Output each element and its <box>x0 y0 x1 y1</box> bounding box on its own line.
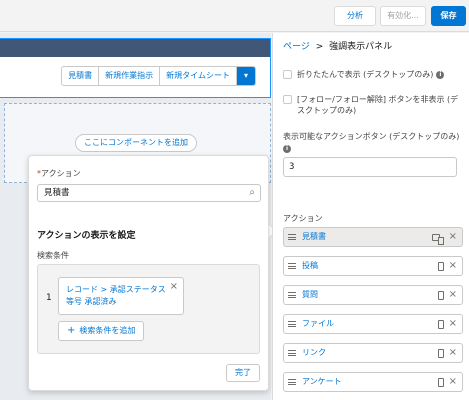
breadcrumb: ページ > 強調表示パネル <box>283 39 392 52</box>
properties-panel: ページ > 強調表示パネル 折りたたんで表示 (デスクトップのみ) i [フォロー… <box>272 33 469 400</box>
close-icon[interactable]: × <box>449 346 457 360</box>
condition-text[interactable]: レコード > 承認ステータス 等号 承認済み <box>66 284 170 308</box>
mobile-icon <box>438 349 444 358</box>
save-button[interactable]: 保存 <box>431 6 466 26</box>
close-icon[interactable]: × <box>170 281 178 292</box>
action-field-label: *アクション <box>37 169 81 178</box>
add-component-button[interactable]: ここにコンポーネントを追加 <box>75 134 197 152</box>
action-item-label: リンク <box>302 348 326 357</box>
condition-number: 1 <box>46 293 52 303</box>
action-item-post[interactable]: 投稿 × <box>283 256 463 276</box>
collapse-label: 折りたたんで表示 (デスクトップのみ) i <box>297 69 445 80</box>
drag-handle-icon[interactable] <box>288 321 296 327</box>
hide-follow-label: [フォロー/フォロー解除] ボタンを非表示 (デスクトップのみ) <box>297 95 459 115</box>
action-button-group: 見積書 新規作業指示 新規タイムシート ▾ <box>61 66 256 86</box>
visible-count-label: 表示可能なアクションボタン (デスクトップのみ) <box>283 132 460 141</box>
drag-handle-icon[interactable] <box>288 379 296 385</box>
close-icon[interactable]: × <box>449 317 457 331</box>
add-condition-button[interactable]: + 検索条件を追加 <box>58 321 145 341</box>
analyze-button[interactable]: 分析 <box>334 6 376 26</box>
mobile-icon <box>438 320 444 329</box>
add-condition-label: 検索条件を追加 <box>79 326 136 335</box>
action-item-label: 投稿 <box>302 261 318 270</box>
mobile-icon <box>438 291 444 300</box>
actions-section-label: アクション <box>283 214 323 223</box>
action-item-survey[interactable]: アンケート × <box>283 372 463 392</box>
action-item-label: ファイル <box>302 319 334 328</box>
desktop-mobile-icon <box>432 234 444 245</box>
breadcrumb-page-link[interactable]: ページ <box>283 42 310 52</box>
action-item-question[interactable]: 質問 × <box>283 285 463 305</box>
action-button-new-timesheet[interactable]: 新規タイムシート <box>160 67 237 85</box>
mobile-icon <box>438 378 444 387</box>
info-icon[interactable]: i <box>436 70 445 79</box>
info-icon[interactable]: i <box>283 144 291 153</box>
filter-condition-box: 1 レコード > 承認ステータス 等号 承認済み × + 検索条件を追加 <box>37 264 260 354</box>
chevron-down-icon[interactable]: ▾ <box>237 67 255 85</box>
drag-handle-icon[interactable] <box>288 350 296 356</box>
breadcrumb-separator: > <box>315 42 324 52</box>
visibility-heading: アクションの表示を設定 <box>37 231 136 241</box>
panel-header-strip <box>0 39 270 57</box>
action-search-input[interactable]: 見積書 ⌕ <box>37 184 261 202</box>
mobile-icon <box>438 262 444 271</box>
search-icon[interactable]: ⌕ <box>249 185 255 201</box>
action-item-label: 見積書 <box>302 232 326 241</box>
action-button-new-work-order[interactable]: 新規作業指示 <box>99 67 161 85</box>
drag-handle-icon[interactable] <box>288 263 296 269</box>
action-item-label: 質問 <box>302 290 318 299</box>
visible-count-info: i <box>283 144 291 154</box>
highlights-panel-preview[interactable]: 見積書 新規作業指示 新規タイムシート ▾ <box>0 38 271 98</box>
action-input-value: 見積書 <box>44 188 70 198</box>
action-item-quote[interactable]: 見積書 × <box>283 227 463 247</box>
activate-button[interactable]: 有効化... <box>380 6 426 26</box>
hide-follow-checkbox[interactable] <box>283 95 292 104</box>
action-item-link[interactable]: リンク × <box>283 343 463 363</box>
close-icon[interactable]: × <box>449 288 457 302</box>
plus-icon: + <box>67 325 76 336</box>
collapse-checkbox[interactable] <box>283 70 292 79</box>
action-item-file[interactable]: ファイル × <box>283 314 463 334</box>
action-button-quote[interactable]: 見積書 <box>62 67 100 85</box>
done-button[interactable]: 完了 <box>226 364 260 382</box>
breadcrumb-current: 強調表示パネル <box>329 42 393 52</box>
drag-handle-icon[interactable] <box>288 292 296 298</box>
condition-card[interactable]: レコード > 承認ステータス 等号 承認済み × <box>58 277 184 315</box>
close-icon[interactable]: × <box>449 375 457 389</box>
action-item-label: アンケート <box>302 377 342 386</box>
filter-label: 検索条件 <box>37 251 69 260</box>
drag-handle-icon[interactable] <box>288 234 296 240</box>
close-icon[interactable]: × <box>449 259 457 273</box>
visible-count-input[interactable]: 3 <box>283 157 457 177</box>
action-edit-popover: *アクション 見積書 ⌕ アクションの表示を設定 検索条件 1 レコード > 承… <box>28 155 269 391</box>
close-icon[interactable]: × <box>449 230 457 244</box>
top-toolbar: 分析 有効化... 保存 <box>0 0 469 32</box>
